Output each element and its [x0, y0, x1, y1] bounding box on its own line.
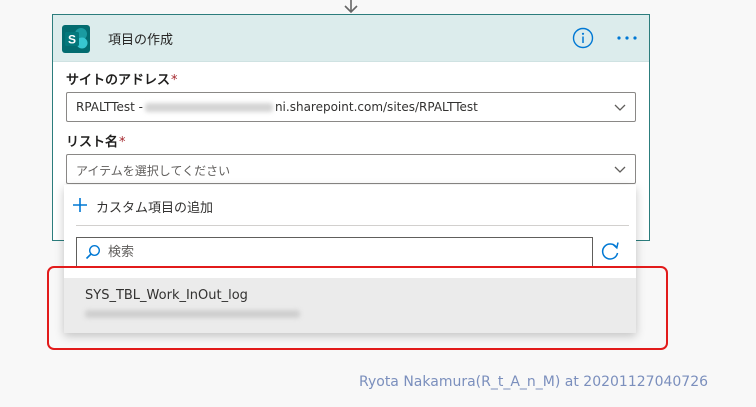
chevron-down-icon	[614, 104, 626, 111]
highlight-annotation	[47, 266, 668, 350]
arrow-down-icon	[344, 0, 358, 14]
sharepoint-logo-icon: S	[62, 25, 90, 53]
more-options-icon[interactable]	[616, 35, 638, 41]
add-custom-item-label: カスタム項目の追加	[96, 201, 214, 216]
search-icon	[85, 244, 101, 260]
card-header[interactable]: S 項目の作成	[53, 15, 649, 62]
plus-icon	[73, 198, 87, 212]
card-title: 項目の作成	[108, 33, 174, 48]
svg-text:S: S	[68, 33, 76, 47]
site-address-dropdown[interactable]: RPALTTest - ni.sharepoint.com/sites/RPALT…	[66, 92, 636, 122]
site-address-label: サイトのアドレス*	[66, 73, 178, 88]
watermark: Ryota Nakamura(R_t_A_n_M) at 20201127040…	[359, 374, 709, 390]
chevron-down-icon	[614, 166, 626, 173]
list-name-dropdown[interactable]: アイテムを選択してください	[66, 154, 636, 184]
search-box[interactable]	[76, 237, 593, 267]
divider	[76, 225, 629, 226]
list-name-placeholder: アイテムを選択してください	[76, 164, 231, 178]
search-input[interactable]	[108, 240, 578, 264]
info-icon[interactable]	[572, 27, 594, 49]
site-address-value: RPALTTest - ni.sharepoint.com/sites/RPALT…	[76, 100, 478, 114]
refresh-icon[interactable]	[597, 239, 623, 265]
list-name-label: リスト名*	[66, 135, 126, 150]
redacted-text	[144, 103, 273, 112]
